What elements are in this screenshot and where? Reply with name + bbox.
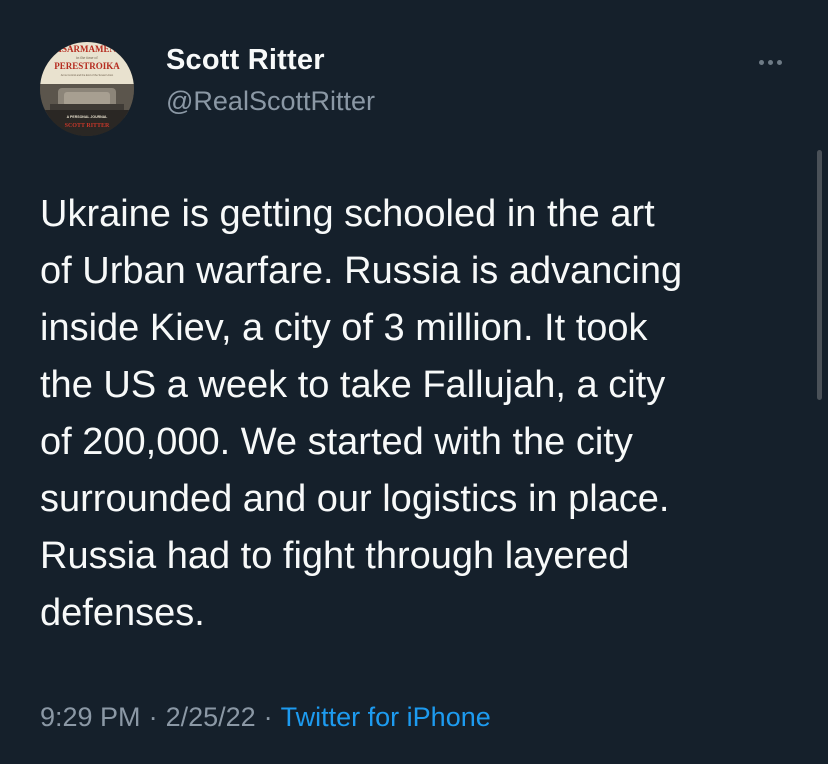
avatar-caption: A PERSONAL JOURNAL — [67, 115, 109, 119]
author-display-name[interactable]: Scott Ritter — [166, 44, 325, 77]
avatar-title-top: DISARMAMENT — [52, 44, 122, 54]
tweet-text-line: defenses. — [40, 592, 205, 634]
tweet-text-line: surrounded and our logistics in place. — [40, 478, 670, 520]
tweet-text-line: Ukraine is getting schooled in the art — [40, 193, 655, 235]
more-options-button[interactable] — [750, 48, 790, 76]
avatar-book-cover-image: DISARMAMENT in the time of PERESTROIKA A… — [40, 42, 134, 136]
author-handle[interactable]: @RealScottRitter — [166, 86, 375, 117]
meta-separator: · — [148, 702, 158, 732]
tweet-text-line: of 200,000. We started with the city — [40, 421, 633, 463]
more-horizontal-icon-dot — [776, 59, 782, 65]
tweet-time[interactable]: 9:29 PM — [40, 702, 141, 732]
tweet-text-line: of Urban warfare. Russia is advancing — [40, 250, 683, 292]
tweet-text-line: inside Kiev, a city of 3 million. It too… — [40, 307, 648, 349]
tweet-metadata: 9:29 PM · 2/25/22 · Twitter for iPhone — [40, 702, 491, 733]
tweet-text: Ukraine is getting schooled in the art o… — [40, 186, 800, 642]
scrollbar[interactable] — [817, 150, 822, 400]
meta-separator: · — [263, 702, 273, 732]
tweet-date[interactable]: 2/25/22 — [166, 702, 256, 732]
tweet-text-line: Russia had to fight through layered — [40, 535, 630, 577]
tweet-source-link[interactable]: Twitter for iPhone — [281, 702, 491, 732]
avatar-author-name: SCOTT RITTER — [65, 123, 110, 129]
more-horizontal-icon-dot — [767, 59, 773, 65]
tweet-text-line: the US a week to take Fallujah, a city — [40, 364, 666, 406]
avatar[interactable]: DISARMAMENT in the time of PERESTROIKA A… — [40, 42, 134, 136]
avatar-title-main: PERESTROIKA — [54, 61, 120, 71]
avatar-title-mid: in the time of — [76, 55, 98, 60]
avatar-subtitle: Arms Control and the End of the Soviet U… — [61, 73, 114, 77]
more-horizontal-icon — [758, 59, 764, 65]
tweet-detail: DISARMAMENT in the time of PERESTROIKA A… — [0, 0, 828, 764]
